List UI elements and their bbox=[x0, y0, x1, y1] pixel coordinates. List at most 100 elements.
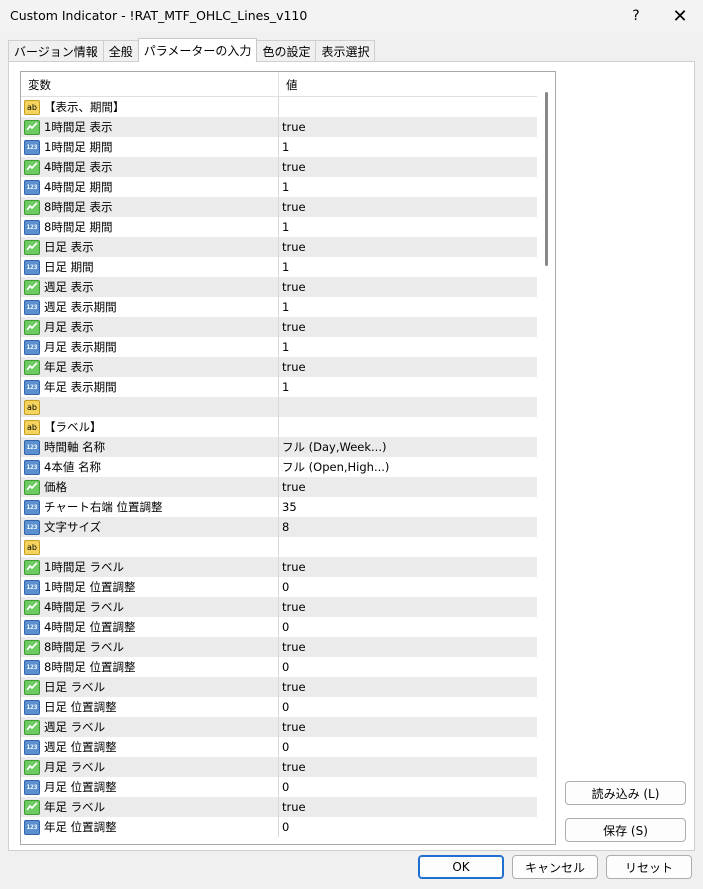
parameter-row[interactable]: 123 4時間足 期間 1 bbox=[21, 177, 537, 197]
numeric-param-icon: 123 bbox=[24, 379, 40, 395]
parameter-row[interactable]: 123 時間軸 名称 フル (Day,Week...) bbox=[21, 437, 537, 457]
parameter-value[interactable]: true bbox=[279, 157, 306, 177]
tab-general[interactable]: 全般 bbox=[102, 40, 139, 62]
parameter-value[interactable]: 0 bbox=[279, 817, 289, 837]
parameter-value[interactable]: true bbox=[279, 797, 306, 817]
parameter-value[interactable]: 0 bbox=[279, 577, 289, 597]
parameter-row[interactable]: 日足 表示 true bbox=[21, 237, 537, 257]
parameter-row[interactable]: 年足 ラベル true bbox=[21, 797, 537, 817]
parameter-row[interactable]: 8時間足 表示 true bbox=[21, 197, 537, 217]
parameter-value[interactable]: true bbox=[279, 237, 306, 257]
parameter-value[interactable]: true bbox=[279, 317, 306, 337]
parameter-row[interactable]: 4時間足 ラベル true bbox=[21, 597, 537, 617]
parameter-row[interactable]: 4時間足 表示 true bbox=[21, 157, 537, 177]
parameter-row[interactable]: ab 【ラベル】 bbox=[21, 417, 537, 437]
boolean-param-icon bbox=[24, 319, 40, 335]
parameter-value[interactable]: 1 bbox=[279, 137, 289, 157]
parameter-value[interactable]: 1 bbox=[279, 217, 289, 237]
parameter-value[interactable]: true bbox=[279, 477, 306, 497]
parameter-value[interactable]: 1 bbox=[279, 377, 289, 397]
parameter-row[interactable]: 1時間足 ラベル true bbox=[21, 557, 537, 577]
close-button[interactable]: ✕ bbox=[660, 0, 700, 32]
parameter-value[interactable]: true bbox=[279, 117, 306, 137]
parameter-row[interactable]: 123 8時間足 位置調整 0 bbox=[21, 657, 537, 677]
column-header-variable[interactable]: 変数 bbox=[21, 72, 279, 97]
parameter-name-cell: 123 週足 位置調整 bbox=[21, 737, 279, 757]
parameter-row[interactable]: 123 月足 表示期間 1 bbox=[21, 337, 537, 357]
parameter-value[interactable]: 1 bbox=[279, 337, 289, 357]
parameter-value[interactable]: 35 bbox=[279, 497, 297, 517]
parameter-value[interactable]: フル (Open,High...) bbox=[279, 457, 389, 477]
parameter-row[interactable]: 日足 ラベル true bbox=[21, 677, 537, 697]
parameter-value[interactable]: 0 bbox=[279, 777, 289, 797]
tab-color-settings[interactable]: 色の設定 bbox=[256, 40, 317, 62]
reset-button[interactable]: リセット bbox=[606, 855, 692, 879]
parameter-row[interactable]: 123 週足 位置調整 0 bbox=[21, 737, 537, 757]
parameter-row[interactable]: 月足 表示 true bbox=[21, 317, 537, 337]
parameter-name-cell: 123 4本値 名称 bbox=[21, 457, 279, 477]
parameter-row[interactable]: 8時間足 ラベル true bbox=[21, 637, 537, 657]
parameter-value[interactable] bbox=[279, 397, 282, 417]
parameter-value[interactable]: true bbox=[279, 357, 306, 377]
parameter-value[interactable]: 1 bbox=[279, 257, 289, 277]
parameter-row[interactable]: ab 【表示、期間】 bbox=[21, 97, 537, 117]
parameter-row[interactable]: ab bbox=[21, 397, 537, 417]
parameter-row[interactable]: 月足 ラベル true bbox=[21, 757, 537, 777]
parameter-row[interactable]: 123 文字サイズ 8 bbox=[21, 517, 537, 537]
parameter-row[interactable]: 週足 ラベル true bbox=[21, 717, 537, 737]
parameter-name-cell: 8時間足 表示 bbox=[21, 197, 279, 217]
parameter-name: 8時間足 位置調整 bbox=[44, 660, 136, 674]
vertical-scrollbar[interactable] bbox=[537, 72, 555, 844]
tab-version-info[interactable]: バージョン情報 bbox=[8, 40, 104, 62]
parameter-row[interactable]: 年足 表示 true bbox=[21, 357, 537, 377]
parameter-row[interactable]: 123 チャート右端 位置調整 35 bbox=[21, 497, 537, 517]
parameter-row[interactable]: 123 4本値 名称 フル (Open,High...) bbox=[21, 457, 537, 477]
ok-button[interactable]: OK bbox=[418, 855, 504, 879]
parameter-value[interactable]: 0 bbox=[279, 737, 289, 757]
parameter-value[interactable]: true bbox=[279, 757, 306, 777]
column-header-value[interactable]: 値 bbox=[279, 72, 298, 97]
parameter-row[interactable]: 123 年足 表示期間 1 bbox=[21, 377, 537, 397]
parameter-row[interactable]: 123 日足 期間 1 bbox=[21, 257, 537, 277]
save-button[interactable]: 保存 (S) bbox=[565, 818, 686, 842]
cancel-button[interactable]: キャンセル bbox=[512, 855, 598, 879]
parameter-row[interactable]: 123 8時間足 期間 1 bbox=[21, 217, 537, 237]
tab-visualization[interactable]: 表示選択 bbox=[315, 40, 376, 62]
parameter-value[interactable]: true bbox=[279, 197, 306, 217]
tab-input-parameters[interactable]: パラメーターの入力 bbox=[137, 38, 258, 62]
parameter-row[interactable]: ab bbox=[21, 537, 537, 557]
numeric-param-icon: 123 bbox=[24, 139, 40, 155]
parameter-value[interactable]: true bbox=[279, 557, 306, 577]
parameter-value[interactable] bbox=[279, 97, 282, 117]
parameter-row[interactable]: 123 月足 位置調整 0 bbox=[21, 777, 537, 797]
parameter-name: 価格 bbox=[44, 480, 67, 494]
parameter-value[interactable]: true bbox=[279, 717, 306, 737]
parameter-value[interactable] bbox=[279, 417, 282, 437]
load-button[interactable]: 読み込み (L) bbox=[565, 781, 686, 805]
parameter-value[interactable]: 1 bbox=[279, 297, 289, 317]
parameter-value[interactable]: 1 bbox=[279, 177, 289, 197]
parameter-value[interactable]: true bbox=[279, 597, 306, 617]
parameter-value[interactable]: true bbox=[279, 677, 306, 697]
parameter-row[interactable]: 123 年足 位置調整 0 bbox=[21, 817, 537, 837]
numeric-param-icon: 123 bbox=[24, 459, 40, 475]
parameter-row[interactable]: 123 1時間足 期間 1 bbox=[21, 137, 537, 157]
parameter-value[interactable]: true bbox=[279, 277, 306, 297]
parameter-row[interactable]: 1時間足 表示 true bbox=[21, 117, 537, 137]
parameter-value[interactable]: 0 bbox=[279, 697, 289, 717]
parameter-value[interactable]: 0 bbox=[279, 657, 289, 677]
parameter-row[interactable]: 123 週足 表示期間 1 bbox=[21, 297, 537, 317]
parameter-value[interactable]: 8 bbox=[279, 517, 289, 537]
parameter-row[interactable]: 123 日足 位置調整 0 bbox=[21, 697, 537, 717]
parameter-value[interactable]: フル (Day,Week...) bbox=[279, 437, 386, 457]
help-button[interactable]: ? bbox=[618, 0, 654, 32]
parameter-value[interactable]: true bbox=[279, 637, 306, 657]
parameter-name-cell: 123 週足 表示期間 bbox=[21, 297, 279, 317]
parameter-row[interactable]: 週足 表示 true bbox=[21, 277, 537, 297]
scrollbar-thumb[interactable] bbox=[545, 92, 548, 266]
parameter-row[interactable]: 123 4時間足 位置調整 0 bbox=[21, 617, 537, 637]
parameter-row[interactable]: 価格 true bbox=[21, 477, 537, 497]
parameter-value[interactable]: 0 bbox=[279, 617, 289, 637]
parameter-value[interactable] bbox=[279, 537, 282, 557]
parameter-row[interactable]: 123 1時間足 位置調整 0 bbox=[21, 577, 537, 597]
